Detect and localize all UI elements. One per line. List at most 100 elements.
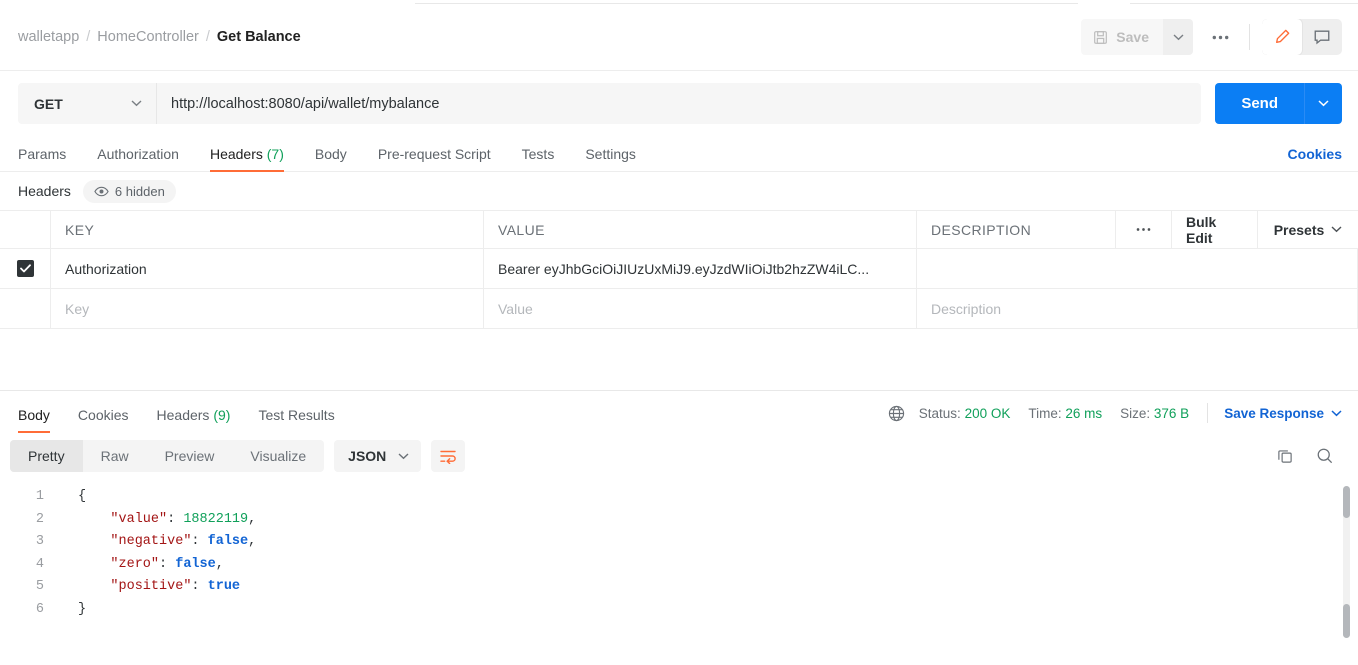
meta-divider [1207, 403, 1208, 423]
code-line: { [78, 486, 1358, 509]
save-response-label: Save Response [1224, 406, 1324, 421]
comments-button[interactable] [1302, 19, 1342, 55]
code-token: false [208, 534, 249, 549]
tab-count: (9) [213, 407, 230, 423]
line-number: 1 [0, 486, 44, 509]
save-options-caret[interactable] [1163, 19, 1193, 55]
breadcrumb-request[interactable]: Get Balance [217, 29, 301, 45]
breadcrumb-folder[interactable]: HomeController [97, 29, 199, 45]
request-more-actions-button[interactable] [1203, 20, 1237, 54]
copy-response-button[interactable] [1276, 447, 1294, 465]
breadcrumb-separator: / [206, 29, 210, 45]
tab-settings[interactable]: Settings [585, 146, 636, 171]
send-button[interactable]: Send [1215, 83, 1304, 124]
tab-authorization[interactable]: Authorization [97, 146, 179, 171]
status-value: 200 OK [965, 406, 1011, 421]
size-value: 376 B [1154, 406, 1189, 421]
code-token: "value" [110, 512, 167, 527]
response-tab-cookies[interactable]: Cookies [78, 407, 129, 432]
tab-label: Cookies [78, 407, 129, 423]
code-token: true [208, 579, 240, 594]
tab-headers[interactable]: Headers (7) [210, 146, 284, 171]
http-method-select[interactable]: GET [18, 83, 157, 124]
size-metric: Size: 376 B [1120, 406, 1189, 421]
view-mode-pretty[interactable]: Pretty [10, 440, 83, 472]
tab-tests[interactable]: Tests [522, 146, 555, 171]
new-header-key-input[interactable]: Key [51, 289, 484, 328]
word-wrap-toggle[interactable] [431, 440, 465, 472]
size-label: Size: [1120, 406, 1150, 421]
globe-icon[interactable] [888, 405, 905, 422]
tab-label: Params [18, 146, 66, 162]
status-metric: Status: 200 OK [919, 406, 1011, 421]
http-method-value: GET [34, 96, 63, 112]
response-tab-body[interactable]: Body [18, 407, 50, 432]
tab-body[interactable]: Body [315, 146, 347, 171]
tab-label: Authorization [97, 146, 179, 162]
breadcrumb-collection[interactable]: walletapp [18, 29, 79, 45]
row-checkbox[interactable] [17, 260, 34, 277]
time-value: 26 ms [1065, 406, 1102, 421]
view-mode-raw[interactable]: Raw [83, 440, 147, 472]
headers-table: KEY VALUE DESCRIPTION Bulk Edit Presets … [0, 210, 1358, 329]
code-content: 1 2 3 4 5 6 { "value": 18822119, "negati… [0, 480, 1358, 622]
header-description[interactable] [917, 249, 1358, 288]
send-options-caret[interactable] [1304, 83, 1342, 124]
code-token: "negative" [110, 534, 191, 549]
hidden-headers-toggle[interactable]: 6 hidden [83, 180, 176, 203]
new-header-description-input[interactable]: Description [917, 289, 1358, 328]
code-token: : [167, 512, 183, 527]
response-meta: Status: 200 OK Time: 26 ms Size: 376 B S… [888, 403, 1342, 432]
header-divider [1249, 24, 1250, 50]
line-number: 3 [0, 531, 44, 554]
new-header-value-input[interactable]: Value [484, 289, 917, 328]
code-token: : [191, 579, 207, 594]
edit-request-button[interactable] [1262, 19, 1302, 55]
view-mode-visualize[interactable]: Visualize [232, 440, 324, 472]
response-scrollbar-thumb-bottom[interactable] [1343, 604, 1350, 638]
code-token: , [248, 512, 256, 527]
bulk-edit-button[interactable]: Bulk Edit [1172, 211, 1258, 248]
save-response-button[interactable]: Save Response [1224, 406, 1342, 421]
floppy-disk-icon [1093, 30, 1108, 45]
response-tab-test-results[interactable]: Test Results [258, 407, 334, 432]
line-number: 6 [0, 599, 44, 622]
save-button[interactable]: Save [1081, 19, 1163, 55]
eye-icon [94, 186, 109, 197]
header-value[interactable]: Bearer eyJhbGciOiJIUzUxMiJ9.eyJzdWIiOiJt… [484, 249, 917, 288]
presets-button[interactable]: Presets [1258, 211, 1358, 248]
status-label: Status: [919, 406, 961, 421]
code-token: 18822119 [183, 512, 248, 527]
search-response-button[interactable] [1316, 447, 1334, 465]
code-token: "zero" [110, 557, 159, 572]
request-response-gap [0, 329, 1358, 390]
code-token: "positive" [110, 579, 191, 594]
headers-table-more-button[interactable] [1116, 211, 1172, 248]
tab-label: Test Results [258, 407, 334, 423]
tab-label: Body [315, 146, 347, 162]
response-scrollbar-thumb-top[interactable] [1343, 486, 1350, 518]
code-token: : [191, 534, 207, 549]
response-view-mode-group: Pretty Raw Preview Visualize [10, 440, 324, 472]
column-header-key: KEY [51, 211, 484, 248]
response-tab-headers[interactable]: Headers (9) [157, 407, 231, 432]
header-key[interactable]: Authorization [51, 249, 484, 288]
tab-count: (7) [267, 146, 284, 162]
response-body-viewer[interactable]: 1 2 3 4 5 6 { "value": 18822119, "negati… [0, 480, 1358, 644]
cookies-link[interactable]: Cookies [1288, 146, 1342, 171]
view-mode-preview[interactable]: Preview [147, 440, 233, 472]
header-actions: Save [1081, 19, 1342, 55]
tab-params[interactable]: Params [18, 146, 66, 171]
headers-subheader: Headers 6 hidden [0, 172, 1358, 210]
tab-pre-request-script[interactable]: Pre-request Script [378, 146, 491, 171]
request-url-input[interactable] [157, 83, 1201, 124]
response-format-select[interactable]: JSON [334, 440, 421, 472]
response-toolbar: Pretty Raw Preview Visualize JSON [0, 432, 1358, 480]
code-line: "positive": true [78, 576, 1358, 599]
code-token: false [175, 557, 216, 572]
tab-seam-right [1130, 3, 1358, 4]
tab-strip [0, 0, 1358, 4]
code-line: } [78, 599, 1358, 622]
tab-label: Headers [210, 146, 263, 162]
tab-label: Body [18, 407, 50, 423]
